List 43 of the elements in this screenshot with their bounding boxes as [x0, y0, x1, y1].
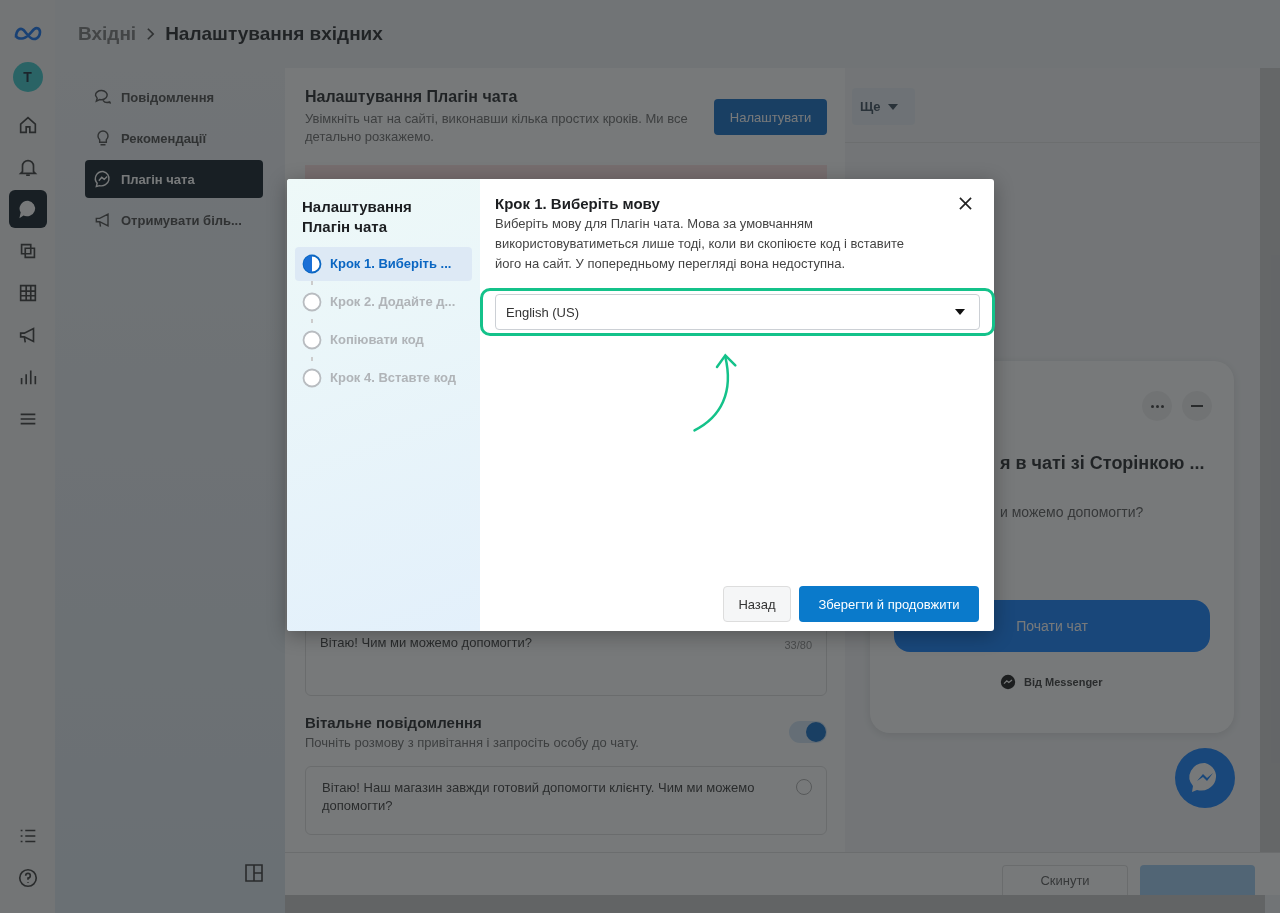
step-item[interactable]: Крок 2. Додайте д... — [295, 284, 472, 319]
sidebar-item[interactable]: Повідомлення — [85, 78, 263, 116]
profile-avatar[interactable]: T — [12, 62, 43, 92]
scrollbar[interactable] — [285, 895, 1265, 913]
section-title: Вітальне повідомлення — [305, 714, 483, 732]
step-description: Виберіть мову для Плагін чата. Мова за умовчанням використовуватиметься лише тоді, коли ви скопіюєте код і вставите його на сайт. У попередньому перегляді вона недоступна. — [495, 215, 905, 273]
step-item[interactable]: Копіювати код — [295, 322, 472, 357]
messenger-icon[interactable] — [1175, 748, 1235, 808]
half-circle-icon — [302, 253, 322, 274]
minimize-icon[interactable] — [1182, 391, 1212, 421]
dialog-title: Налаштування Плагін чата — [301, 197, 413, 238]
sidebar-item[interactable]: Отримувати біль... — [85, 201, 263, 239]
messenger-icon — [1000, 674, 1016, 690]
circle-icon — [302, 367, 322, 388]
chevron-icon — [146, 27, 156, 41]
panel-description: Увімкніть чат на сайті, виконавши кілька простих кроків. Ми все детально розкажемо. — [305, 110, 689, 146]
setup-button[interactable]: Налаштувати — [714, 99, 827, 135]
step-item[interactable]: Крок 1. Виберіть ... — [295, 246, 472, 281]
more-dropdown[interactable]: Ще — [852, 88, 915, 125]
message-field[interactable]: Вітаю! Наш магазин завжди готовий допомогти клієнту. Чим ми можемо допомогти? — [305, 766, 827, 836]
meta-logo[interactable] — [12, 24, 43, 42]
save-continue-button[interactable]: Зберегти й продовжити — [799, 586, 979, 622]
chat-message: и можемо допомогти? — [1000, 504, 1145, 520]
chat-title: я в чаті зі Сторінкою ... — [1000, 453, 1206, 474]
chats-icon — [93, 87, 113, 107]
more-icon[interactable] — [1142, 391, 1172, 421]
step-item[interactable]: Крок 4. Вставте код — [295, 360, 472, 395]
provider-label: Від Messenger — [1024, 676, 1103, 688]
circle-icon — [302, 291, 322, 312]
circle-icon — [302, 329, 322, 350]
step-heading: Крок 1. Виберіть мову — [495, 195, 660, 212]
sidebar-item[interactable]: Плагін чата — [85, 160, 263, 198]
back-button[interactable]: Назад — [723, 586, 791, 622]
layout-icon[interactable] — [244, 863, 264, 883]
page-title: Налаштування вхідних — [165, 23, 383, 45]
messenger-icon — [93, 169, 113, 189]
reset-button[interactable]: Скинути — [1002, 865, 1128, 895]
toggle-switch[interactable] — [789, 721, 827, 744]
close-icon[interactable] — [959, 197, 972, 210]
sidebar-item[interactable]: Рекомендації — [85, 119, 263, 157]
panel-title: Налаштування Плагін чата — [305, 88, 519, 106]
language-dropdown[interactable]: English (US) — [495, 294, 980, 330]
chat-icon[interactable] — [8, 190, 47, 228]
